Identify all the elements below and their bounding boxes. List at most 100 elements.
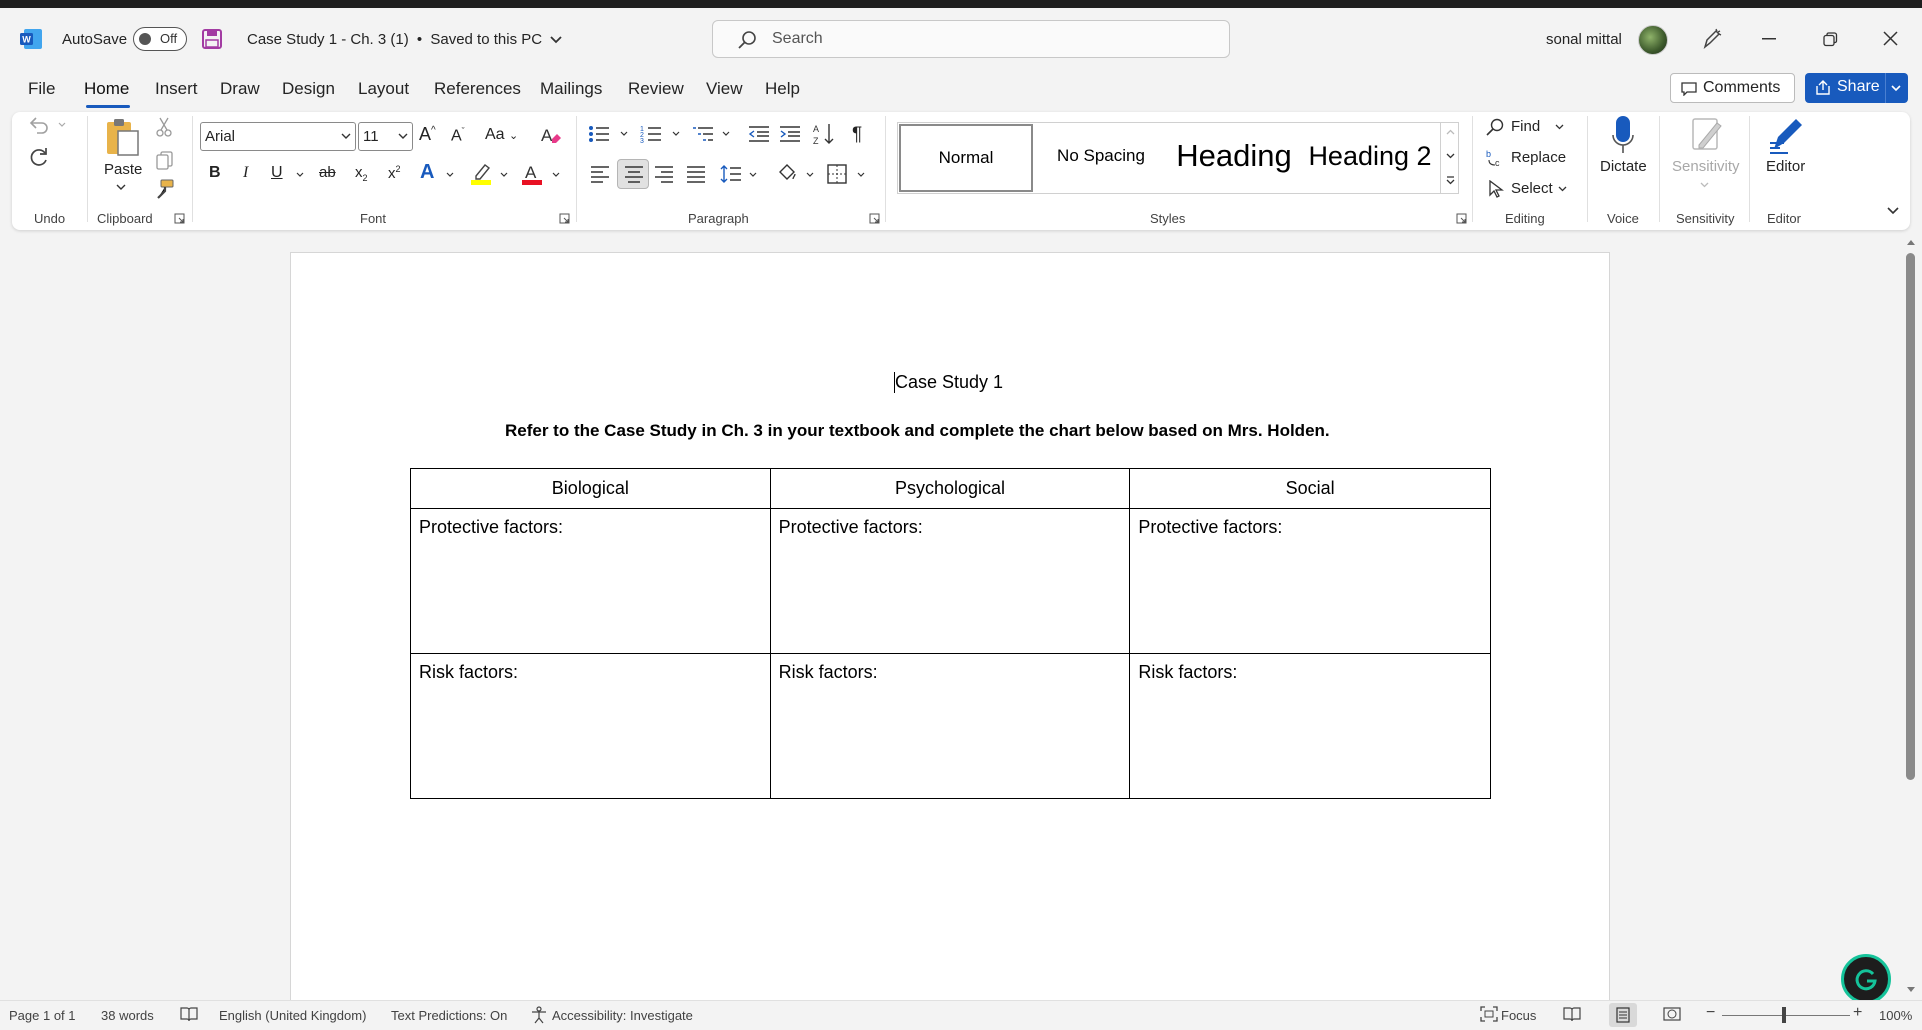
align-center-button[interactable] — [617, 159, 649, 189]
scroll-down-icon[interactable] — [1906, 986, 1916, 994]
table-cell[interactable]: Protective factors: — [410, 508, 771, 654]
undo-icon[interactable] — [28, 115, 50, 135]
scroll-up-icon[interactable] — [1906, 238, 1916, 246]
user-name[interactable]: sonal mittal — [1546, 31, 1622, 48]
dialog-launcher-icon[interactable] — [869, 213, 880, 224]
tab-file[interactable]: File — [28, 79, 55, 99]
restore-icon[interactable] — [1823, 32, 1838, 47]
language-status[interactable]: English (United Kingdom) — [219, 1008, 366, 1023]
chevron-down-icon[interactable] — [296, 172, 304, 177]
chevron-down-icon[interactable] — [620, 131, 628, 136]
underline-button[interactable]: U — [271, 164, 283, 182]
paste-icon[interactable] — [104, 117, 140, 157]
find-button[interactable]: Find — [1486, 116, 1566, 138]
highlighter-icon[interactable] — [470, 162, 492, 186]
bullets-icon[interactable] — [588, 124, 610, 144]
table-header[interactable]: Psychological — [769, 468, 1131, 509]
justify-icon[interactable] — [686, 165, 706, 183]
tab-view[interactable]: View — [706, 79, 743, 99]
chevron-down-icon[interactable] — [116, 184, 126, 190]
sort-icon[interactable]: AZ — [813, 122, 835, 146]
collapse-ribbon-icon[interactable] — [1887, 207, 1899, 215]
table-cell[interactable]: Risk factors: — [410, 653, 771, 799]
text-effects-button[interactable]: A — [420, 161, 434, 184]
tab-references[interactable]: References — [434, 79, 521, 99]
page-count[interactable]: Page 1 of 1 — [9, 1008, 76, 1023]
chevron-down-icon[interactable] — [500, 172, 508, 177]
strikethrough-button[interactable]: ab — [319, 164, 336, 181]
read-mode-icon[interactable] — [1563, 1006, 1581, 1022]
focus-mode-button[interactable]: Focus — [1501, 1008, 1536, 1023]
zoom-slider-thumb[interactable] — [1782, 1007, 1786, 1023]
style-heading[interactable]: Heading — [1168, 124, 1300, 192]
text-predictions-status[interactable]: Text Predictions: On — [391, 1008, 507, 1023]
dialog-launcher-icon[interactable] — [559, 213, 570, 224]
multilevel-list-icon[interactable] — [692, 124, 714, 144]
chevron-down-icon[interactable] — [1446, 153, 1455, 159]
zoom-out-button[interactable]: − — [1706, 1004, 1715, 1022]
shrink-font-icon[interactable]: Aˇ — [451, 126, 465, 145]
save-icon[interactable] — [202, 29, 222, 49]
chevron-down-icon[interactable] — [446, 172, 454, 177]
document-heading[interactable]: Case Study 1 — [895, 372, 1003, 393]
replace-button[interactable]: bc Replace — [1486, 147, 1571, 169]
editor-button[interactable]: Editor — [1766, 158, 1805, 175]
table-header[interactable]: Biological — [410, 468, 771, 509]
table-cell[interactable]: Risk factors: — [769, 653, 1131, 799]
search-box[interactable]: Search — [712, 20, 1230, 58]
expand-gallery-icon[interactable] — [1446, 176, 1455, 185]
chevron-down-icon[interactable] — [857, 172, 865, 177]
subscript-button[interactable]: x2 — [355, 164, 368, 183]
document-instruction[interactable]: Refer to the Case Study in Ch. 3 in your… — [505, 421, 1330, 441]
zoom-slider[interactable] — [1722, 1015, 1850, 1016]
chevron-down-icon[interactable] — [722, 131, 730, 136]
align-right-icon[interactable] — [654, 165, 674, 183]
dialog-launcher-icon[interactable] — [174, 213, 185, 224]
style-normal[interactable]: Normal — [899, 124, 1033, 192]
styles-scroll[interactable] — [1440, 122, 1459, 194]
zoom-level[interactable]: 100% — [1879, 1008, 1912, 1023]
copy-icon[interactable] — [155, 150, 175, 170]
grow-font-icon[interactable]: A^ — [419, 124, 436, 145]
designer-pen-icon[interactable] — [1700, 27, 1724, 51]
dictate-button[interactable]: Dictate — [1600, 158, 1647, 175]
tab-home[interactable]: Home — [84, 79, 129, 99]
superscript-button[interactable]: x2 — [388, 164, 401, 182]
change-case-button[interactable]: Aa ⌄ — [485, 126, 518, 144]
shading-icon[interactable] — [776, 162, 798, 184]
proofing-book-icon[interactable] — [180, 1006, 198, 1022]
chevron-down-icon[interactable] — [552, 172, 560, 177]
tab-insert[interactable]: Insert — [155, 79, 198, 99]
select-button[interactable]: Select — [1486, 178, 1571, 200]
print-layout-button[interactable] — [1609, 1003, 1637, 1027]
scrollbar-thumb[interactable] — [1906, 253, 1915, 780]
autosave-toggle[interactable]: Off — [133, 27, 187, 51]
chevron-down-icon[interactable] — [806, 172, 814, 177]
font-size-combo[interactable]: 11 — [358, 122, 413, 151]
cut-icon[interactable] — [155, 117, 173, 137]
tab-layout[interactable]: Layout — [358, 79, 409, 99]
numbering-icon[interactable]: 123 — [640, 124, 662, 144]
align-left-icon[interactable] — [590, 165, 610, 183]
word-count[interactable]: 38 words — [101, 1008, 154, 1023]
borders-icon[interactable] — [827, 164, 847, 184]
style-no-spacing[interactable]: No Spacing — [1036, 124, 1166, 192]
undo-dropdown-icon[interactable] — [58, 122, 66, 127]
tab-draw[interactable]: Draw — [220, 79, 260, 99]
clear-formatting-icon[interactable]: A — [540, 125, 562, 147]
dialog-launcher-icon[interactable] — [1456, 213, 1467, 224]
chevron-down-icon[interactable] — [749, 172, 757, 177]
minimize-icon[interactable] — [1762, 38, 1776, 40]
tab-mailings[interactable]: Mailings — [540, 79, 602, 99]
table-cell[interactable]: Protective factors: — [769, 508, 1131, 654]
redo-icon[interactable] — [28, 146, 50, 168]
table-cell[interactable]: Risk factors: — [1129, 653, 1491, 799]
italic-button[interactable]: I — [243, 164, 248, 182]
close-icon[interactable] — [1883, 31, 1898, 46]
microphone-icon[interactable] — [1611, 115, 1635, 155]
tab-help[interactable]: Help — [765, 79, 800, 99]
line-spacing-icon[interactable] — [720, 164, 742, 184]
web-layout-icon[interactable] — [1663, 1006, 1681, 1022]
chevron-up-icon[interactable] — [1446, 129, 1455, 135]
share-button[interactable]: Share — [1805, 73, 1908, 103]
